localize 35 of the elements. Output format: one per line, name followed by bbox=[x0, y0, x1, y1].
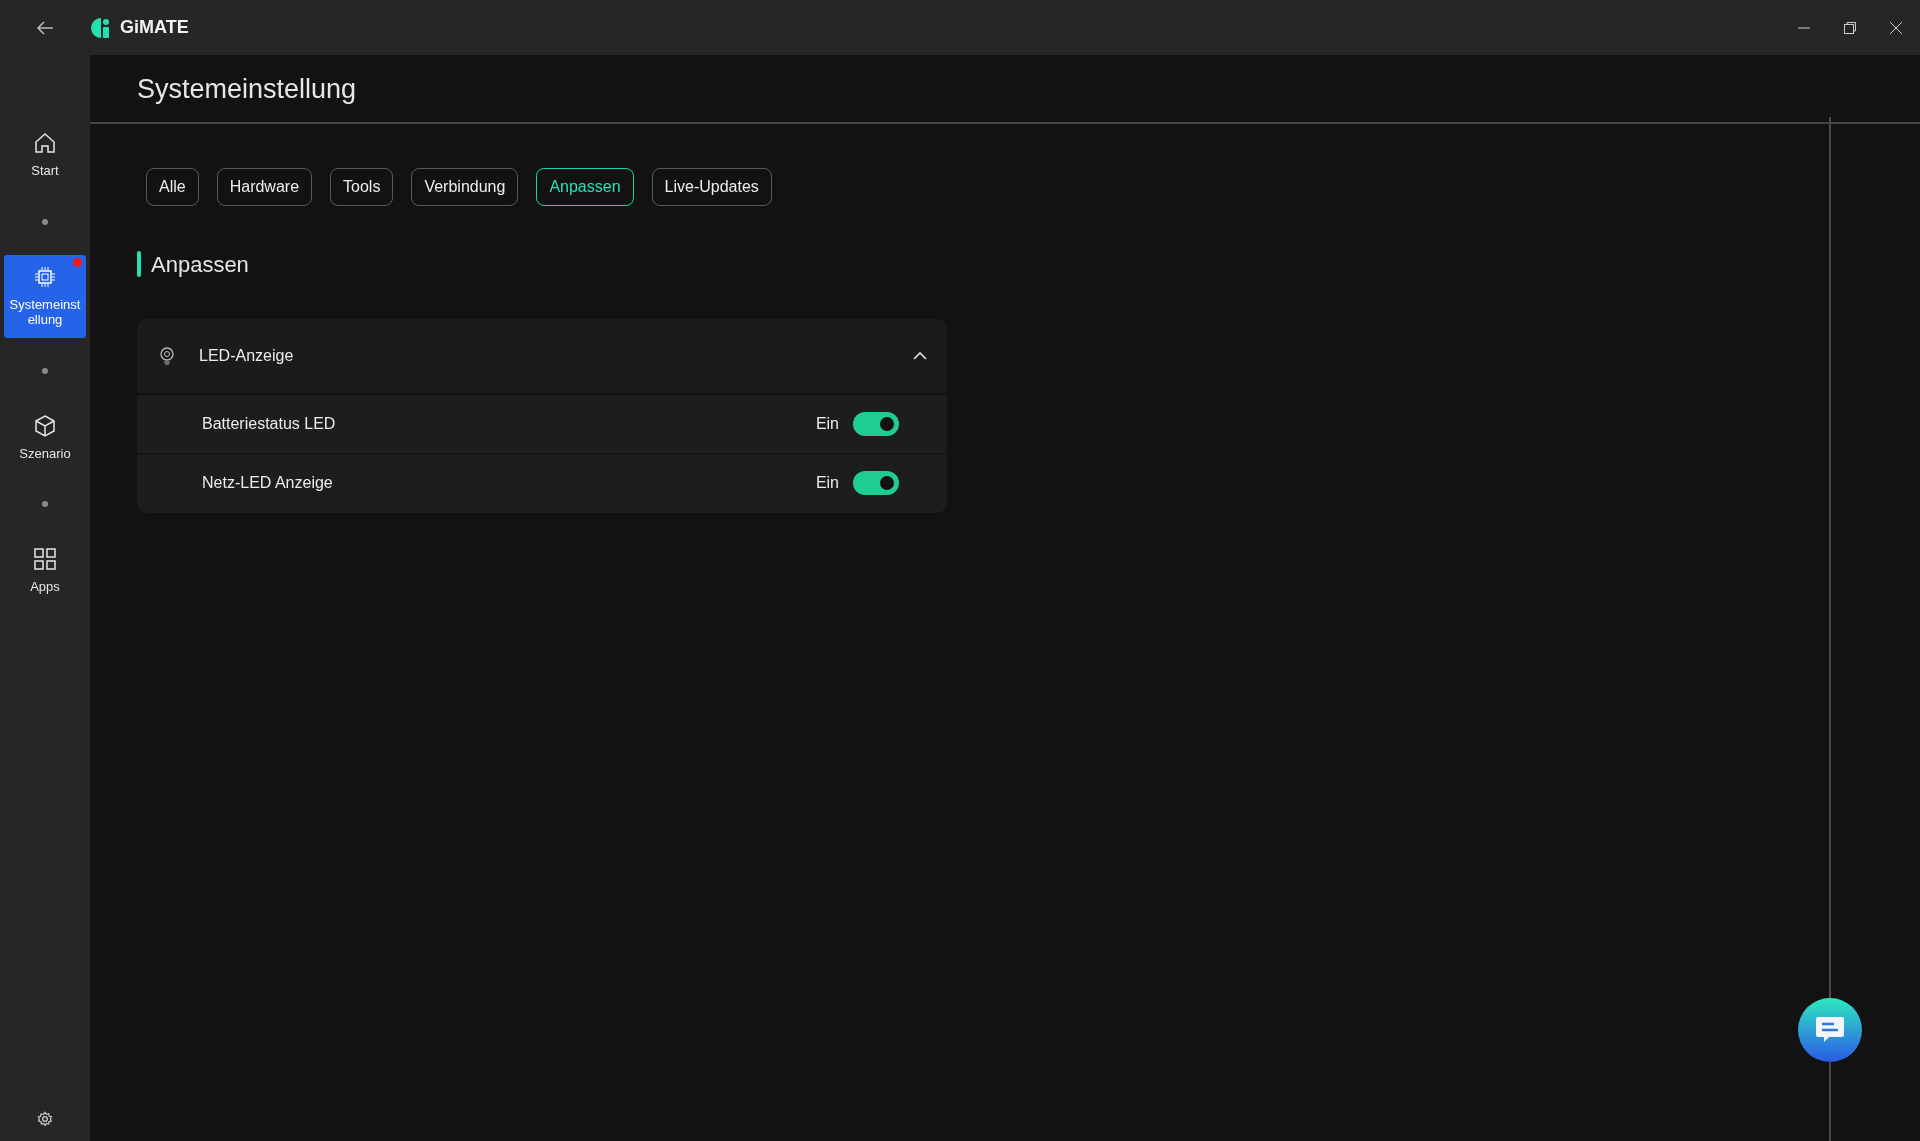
sidebar-item[interactable]: Systemeinstellung bbox=[4, 254, 86, 338]
chip-icon bbox=[33, 264, 57, 289]
separator-dot bbox=[42, 367, 48, 374]
state-label: Ein bbox=[815, 413, 839, 434]
filter-tab[interactable]: Tools bbox=[330, 167, 394, 206]
minimize-icon bbox=[1798, 26, 1810, 29]
setting-label: Batteriestatus LED bbox=[202, 413, 336, 434]
logo-icon bbox=[90, 16, 112, 39]
close-icon bbox=[1890, 21, 1902, 34]
filter-tab[interactable]: Anpassen bbox=[536, 167, 634, 206]
filter-tab[interactable]: Alle bbox=[146, 167, 199, 206]
page-title: Systemeinstellung bbox=[90, 55, 1920, 124]
filter-tab[interactable]: Hardware bbox=[216, 167, 313, 206]
apps-icon bbox=[33, 547, 57, 572]
back-arrow-icon bbox=[36, 19, 54, 36]
sidebar-item[interactable]: Start bbox=[4, 121, 86, 189]
chat-bubble-icon bbox=[1815, 1016, 1845, 1044]
restore-icon bbox=[1844, 21, 1856, 34]
separator-dot bbox=[42, 218, 48, 225]
toggle-switch[interactable] bbox=[853, 471, 899, 495]
filter-tab[interactable]: Live-Updates bbox=[651, 167, 772, 206]
state-label: Ein bbox=[815, 473, 839, 493]
filter-tab[interactable]: Verbindung bbox=[411, 167, 519, 206]
section-heading: Anpassen bbox=[151, 250, 249, 279]
cube-icon bbox=[33, 413, 57, 438]
app-title: GiMATE bbox=[120, 16, 189, 39]
bulb-icon bbox=[159, 346, 175, 365]
sidebar-item[interactable]: Apps bbox=[4, 537, 86, 605]
sidebar-item[interactable]: Szenario bbox=[4, 403, 86, 472]
setting-label: Netz-LED Anzeige bbox=[202, 473, 333, 493]
toggle-switch[interactable] bbox=[853, 411, 899, 436]
separator-dot bbox=[42, 501, 48, 508]
home-icon bbox=[33, 131, 57, 155]
accent-bar bbox=[137, 251, 141, 277]
settings-icon bbox=[37, 1111, 53, 1127]
